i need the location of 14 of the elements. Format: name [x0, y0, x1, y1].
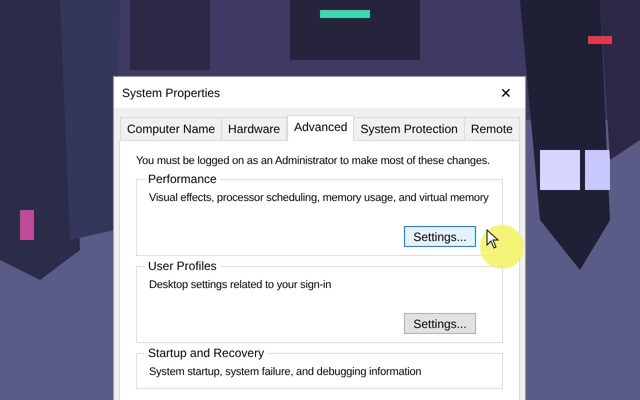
tab[interactable]: Advanced — [287, 115, 354, 141]
group-description: Desktop settings related to your sign-in — [149, 278, 332, 293]
settings-button[interactable]: Settings... — [404, 313, 476, 334]
admin-notice: You must be logged on as an Administrator to make most of these changes. — [136, 154, 490, 169]
tab[interactable]: Hardware — [221, 117, 288, 140]
tab[interactable]: Remote — [464, 117, 520, 140]
tab[interactable]: Computer Name — [120, 117, 222, 140]
group-description: System startup, system failure, and debugging information — [149, 365, 422, 380]
group-title: Startup and Recovery — [145, 345, 268, 361]
window-title: System Properties — [122, 84, 220, 102]
settings-button[interactable]: Settings... — [404, 226, 476, 247]
close-button[interactable]: ✕ — [491, 80, 521, 104]
group-description: Visual effects, processor scheduling, memory usage, and virtual memory — [149, 191, 489, 206]
pointer-icon — [486, 229, 500, 249]
